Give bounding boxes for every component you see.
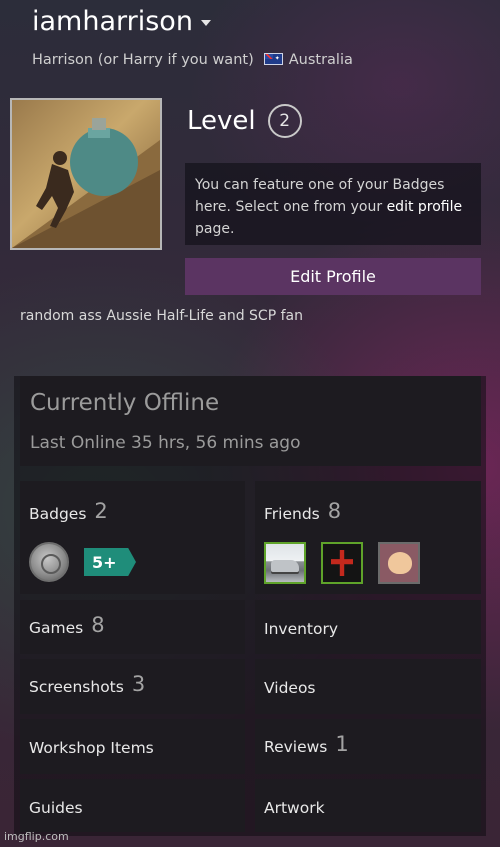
reviews-tile[interactable]: Reviews 1	[255, 719, 481, 774]
badge-icons: 5+	[29, 542, 136, 582]
workshop-tile[interactable]: Workshop Items	[20, 719, 245, 774]
country-name: Australia	[288, 52, 353, 68]
friends-label: Friends 8	[264, 499, 341, 523]
games-text: Games	[29, 619, 84, 637]
friend-avatar-red-logo-icon[interactable]	[321, 542, 363, 584]
friend-avatar-car-icon[interactable]	[264, 542, 306, 584]
badges-text: Badges	[29, 505, 87, 523]
username: iamharrison	[32, 6, 193, 37]
screenshots-label: Screenshots 3	[29, 672, 145, 696]
games-label: Games 8	[29, 613, 105, 637]
games-tile[interactable]: Games 8	[20, 600, 245, 654]
friend-avatars	[264, 542, 435, 584]
watermark: imgflip.com	[4, 830, 69, 843]
profile-summary: random ass Aussie Half-Life and SCP fan	[20, 308, 303, 324]
artwork-label: Artwork	[264, 799, 325, 817]
status-title: Currently Offline	[30, 390, 220, 416]
real-name-line: Harrison (or Harry if you want) Australia	[32, 52, 353, 68]
screenshots-text: Screenshots	[29, 678, 124, 696]
friends-count: 8	[327, 499, 342, 523]
inventory-tile[interactable]: Inventory	[255, 600, 481, 654]
featured-badge-notice: You can feature one of your Badges here.…	[185, 163, 481, 245]
edit-profile-link[interactable]: edit profile	[387, 199, 463, 215]
screenshots-tile[interactable]: Screenshots 3	[20, 659, 245, 714]
screenshots-count: 3	[131, 672, 146, 696]
avatar[interactable]	[10, 98, 162, 250]
inventory-label: Inventory	[264, 620, 339, 638]
notice-text-end: page.	[195, 221, 235, 237]
badge-coin-icon[interactable]	[29, 542, 69, 582]
level-label: Level	[187, 106, 256, 136]
real-name: Harrison (or Harry if you want)	[32, 52, 254, 68]
badges-label: Badges 2	[29, 499, 108, 523]
username-header[interactable]: iamharrison	[32, 6, 211, 37]
friend-avatar-cartoon-icon[interactable]	[378, 542, 420, 584]
edit-profile-button[interactable]: Edit Profile	[185, 258, 481, 295]
chevron-down-icon[interactable]	[200, 19, 211, 26]
videos-tile[interactable]: Videos	[255, 659, 481, 714]
level-row: Level 2	[187, 104, 302, 138]
guides-tile[interactable]: Guides	[20, 779, 245, 832]
workshop-label: Workshop Items	[29, 739, 154, 757]
avatar-sisyphus-icon	[12, 118, 160, 248]
badges-count: 2	[94, 499, 108, 523]
badge-years-icon[interactable]: 5+	[84, 548, 136, 576]
reviews-text: Reviews	[264, 738, 328, 756]
games-count: 8	[91, 613, 105, 637]
australia-flag-icon	[263, 53, 283, 65]
reviews-label: Reviews 1	[264, 732, 349, 756]
badges-tile[interactable]: Badges 2 5+	[20, 481, 245, 594]
guides-label: Guides	[29, 799, 83, 817]
videos-label: Videos	[264, 679, 316, 697]
reviews-count: 1	[335, 732, 349, 756]
level-badge: 2	[267, 104, 302, 138]
artwork-tile[interactable]: Artwork	[255, 779, 481, 832]
friends-text: Friends	[264, 505, 320, 523]
friends-tile[interactable]: Friends 8	[255, 481, 481, 594]
last-online: Last Online 35 hrs, 56 mins ago	[30, 433, 301, 453]
